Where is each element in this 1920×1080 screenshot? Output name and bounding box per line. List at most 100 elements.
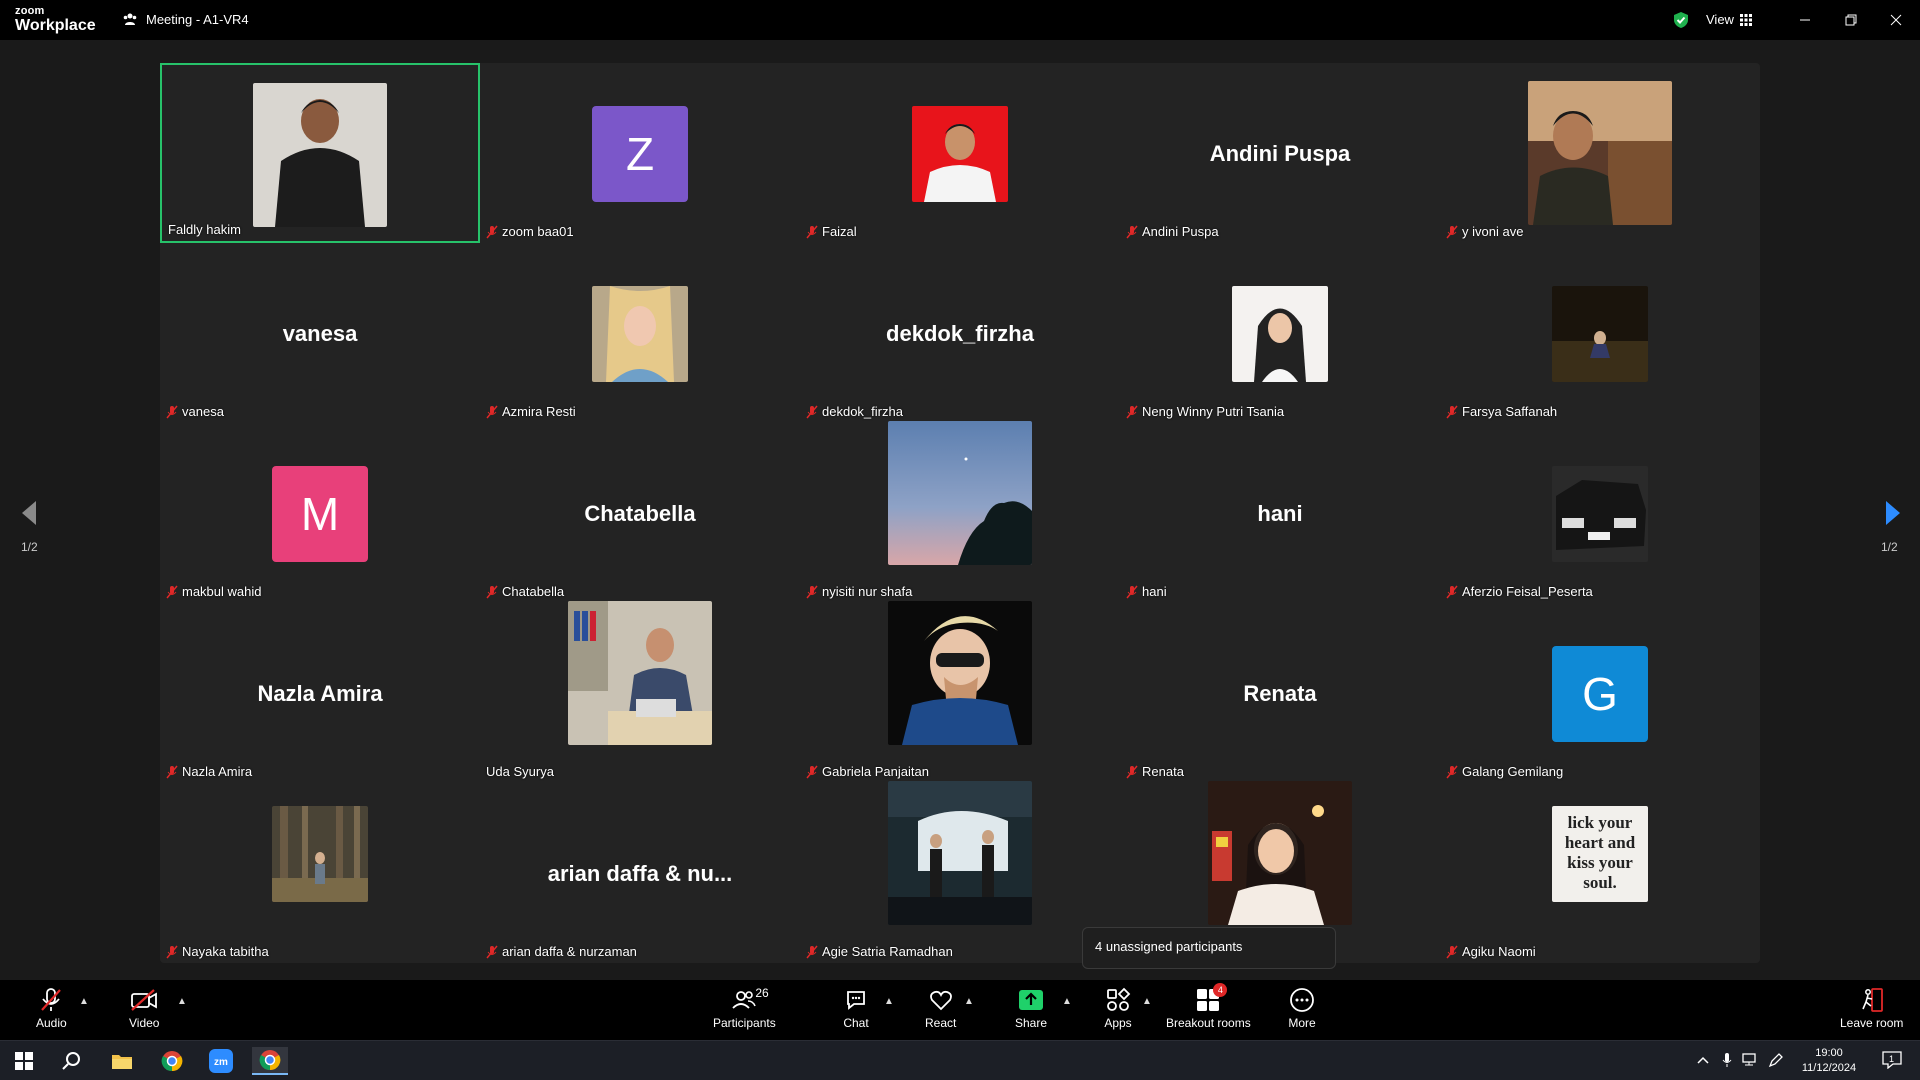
participant-tile[interactable]: Faldly hakim: [160, 63, 480, 243]
system-clock[interactable]: 19:00 11/12/2024: [1790, 1046, 1868, 1076]
participant-name-label: arian daffa & nurzaman: [486, 944, 637, 959]
react-label: React: [925, 1016, 957, 1030]
muted-mic-icon: [166, 765, 178, 778]
participant-name: hani: [1142, 584, 1167, 599]
meeting-title[interactable]: Meeting - A1-VR4: [122, 11, 249, 27]
participant-tile[interactable]: Agie Satria Ramadhan: [800, 781, 1120, 963]
participant-tile[interactable]: nyisiti nur shafa: [800, 421, 1120, 603]
muted-mic-icon: [1446, 765, 1458, 778]
share-options-caret-icon[interactable]: ▲: [1062, 996, 1072, 1007]
participant-tile[interactable]: Farsya Saffanah: [1440, 243, 1760, 423]
notifications-icon[interactable]: 1: [1880, 1051, 1904, 1069]
network-icon[interactable]: [1742, 1051, 1760, 1069]
participant-tile[interactable]: Aferzio Feisal_Peserta: [1440, 423, 1760, 603]
participant-tile[interactable]: vanesa vanesa: [160, 243, 480, 423]
participant-display-name: Andini Puspa: [1209, 141, 1351, 166]
participant-display-name: dekdok_firzha: [886, 321, 1034, 346]
restore-icon[interactable]: [1841, 10, 1861, 30]
participants-button[interactable]: 26 Participants: [713, 986, 776, 1030]
video-off-icon: [131, 989, 158, 1011]
svg-text:kiss your: kiss your: [1567, 853, 1633, 872]
chat-button[interactable]: Chat: [841, 986, 871, 1030]
close-icon[interactable]: [1886, 10, 1906, 30]
chrome-icon[interactable]: [154, 1047, 190, 1075]
muted-mic-icon: [486, 585, 498, 598]
chrome-active-window-icon[interactable]: [252, 1047, 288, 1075]
show-hidden-icons-chevron-icon[interactable]: [1694, 1051, 1712, 1069]
participant-tile[interactable]: M makbul wahid: [160, 423, 480, 603]
participant-tile[interactable]: Nayaka tabitha: [160, 783, 480, 963]
participant-video: [253, 83, 387, 227]
share-button[interactable]: Share: [1015, 986, 1047, 1030]
more-button[interactable]: More: [1287, 986, 1317, 1030]
muted-mic-icon: [1126, 225, 1138, 238]
participant-tile[interactable]: Faizal: [800, 63, 1120, 243]
participant-tile[interactable]: Chatabella Chatabella: [480, 423, 800, 603]
react-options-caret-icon[interactable]: ▲: [964, 996, 974, 1007]
svg-text:soul.: soul.: [1583, 873, 1617, 892]
meeting-controls-toolbar: Audio ▲ Video ▲ 26 Participants Chat ▲ R…: [0, 980, 1920, 1040]
video-options-caret-icon[interactable]: ▲: [177, 996, 187, 1007]
windows-start-icon[interactable]: [6, 1047, 42, 1075]
participant-tile[interactable]: Neng Winny Putri Tsania: [1120, 243, 1440, 423]
participant-tile[interactable]: G Galang Gemilang: [1440, 603, 1760, 783]
microphone-tray-icon[interactable]: [1718, 1051, 1736, 1069]
apps-button[interactable]: Apps: [1103, 986, 1133, 1030]
pen-icon[interactable]: [1767, 1051, 1785, 1069]
muted-mic-icon: [806, 945, 818, 958]
participant-tile[interactable]: Andini Puspa Andini Puspa: [1120, 63, 1440, 243]
minimize-icon[interactable]: [1795, 10, 1815, 30]
chat-options-caret-icon[interactable]: ▲: [884, 996, 894, 1007]
participant-name: Aferzio Feisal_Peserta: [1462, 584, 1593, 599]
participant-name-label: Faizal: [806, 224, 857, 239]
encryption-shield-icon[interactable]: [1672, 11, 1690, 29]
participant-tile[interactable]: Gabriela Panjaitan: [800, 601, 1120, 783]
muted-mic-icon: [1446, 405, 1458, 418]
participant-video: [1208, 781, 1352, 925]
participant-photo: [1552, 466, 1648, 562]
microphone-muted-icon: [41, 988, 62, 1011]
next-page-arrow-icon[interactable]: [1880, 498, 1904, 528]
participant-name: zoom baa01: [502, 224, 574, 239]
participant-tile[interactable]: arian daffa & nu... arian daffa & nurzam…: [480, 783, 800, 963]
muted-mic-icon: [486, 945, 498, 958]
leave-room-button[interactable]: Leave room: [1840, 986, 1903, 1030]
audio-button[interactable]: Audio: [36, 986, 67, 1030]
view-label: View: [1706, 12, 1734, 27]
participant-tile[interactable]: Azmira Resti: [480, 243, 800, 423]
audio-options-caret-icon[interactable]: ▲: [79, 996, 89, 1007]
participant-photo: [272, 806, 368, 902]
muted-mic-icon: [486, 225, 498, 238]
file-explorer-icon[interactable]: [104, 1047, 140, 1075]
participant-tile[interactable]: Uda Syurya: [480, 601, 800, 783]
participant-display-name: vanesa: [282, 321, 358, 346]
video-button[interactable]: Video: [129, 986, 159, 1030]
participant-tile[interactable]: y ivoni ave: [1440, 63, 1760, 243]
muted-mic-icon: [1126, 765, 1138, 778]
avatar-letter: Z: [592, 106, 688, 202]
participant-name: Agiku Naomi: [1462, 944, 1536, 959]
title-bar: zoom Workplace Meeting - A1-VR4 View: [0, 0, 1920, 40]
view-button[interactable]: View: [1706, 12, 1752, 27]
leave-room-label: Leave room: [1840, 1016, 1904, 1030]
previous-page-arrow-icon[interactable]: [18, 498, 42, 528]
participant-name-label: Nazla Amira: [166, 764, 252, 779]
participant-tile[interactable]: hani hani: [1120, 423, 1440, 603]
zoom-app-icon[interactable]: zm: [203, 1047, 239, 1075]
participant-name: nyisiti nur shafa: [822, 584, 913, 599]
participant-tile[interactable]: Renata Renata: [1120, 603, 1440, 783]
participant-tile[interactable]: dekdok_firzha dekdok_firzha: [800, 243, 1120, 423]
apps-options-caret-icon[interactable]: ▲: [1142, 996, 1152, 1007]
participant-tile[interactable]: Z zoom baa01: [480, 63, 800, 243]
participant-name-label: Gabriela Panjaitan: [806, 764, 929, 779]
react-button[interactable]: React: [925, 986, 956, 1030]
participant-name: Uda Syurya: [486, 764, 554, 779]
participants-icon: [732, 991, 757, 1009]
search-icon[interactable]: [54, 1047, 90, 1075]
avatar-letter: M: [272, 466, 368, 562]
participant-tile[interactable]: lick your heart and kiss your soul. Agiku N…: [1440, 783, 1760, 963]
muted-mic-icon: [1446, 225, 1458, 238]
participant-tile[interactable]: Nazla Amira Nazla Amira: [160, 603, 480, 783]
participant-name-label: dekdok_firzha: [806, 404, 903, 419]
breakout-rooms-button[interactable]: 4 Breakout rooms: [1166, 983, 1251, 1030]
